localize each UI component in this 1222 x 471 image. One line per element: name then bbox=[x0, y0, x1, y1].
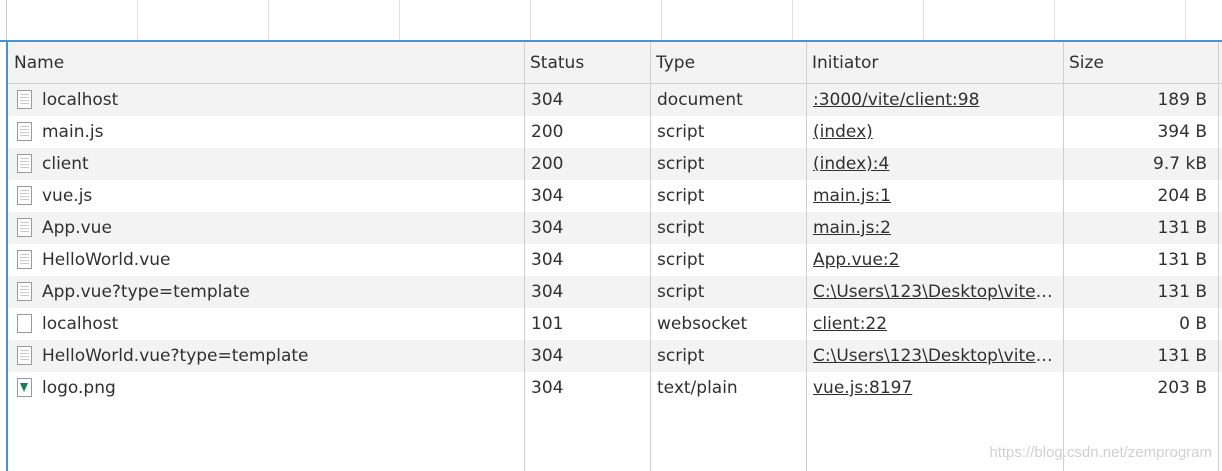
request-name: App.vue bbox=[42, 218, 112, 238]
initiator-link[interactable]: (index):4 bbox=[813, 148, 1058, 180]
request-type: script bbox=[657, 346, 705, 366]
column-header-type[interactable]: Type bbox=[650, 42, 806, 83]
column-header-size[interactable]: Size bbox=[1063, 42, 1222, 83]
request-name: localhost bbox=[42, 90, 119, 110]
overview-lane bbox=[923, 0, 1055, 40]
request-status: 304 bbox=[531, 346, 564, 366]
column-divider[interactable] bbox=[650, 42, 651, 471]
initiator-link[interactable]: client:22 bbox=[813, 308, 1058, 340]
request-size: 9.7 kB bbox=[1153, 154, 1207, 174]
document-icon bbox=[17, 154, 32, 173]
document-icon bbox=[17, 90, 32, 109]
request-name: HelloWorld.vue bbox=[42, 250, 171, 270]
column-header-name[interactable]: Name bbox=[8, 42, 524, 83]
request-type: script bbox=[657, 218, 705, 238]
document-icon bbox=[17, 346, 32, 365]
request-size: 204 B bbox=[1157, 186, 1207, 206]
column-divider[interactable] bbox=[524, 42, 525, 471]
table-row[interactable]: main.js 200 script (index) 394 B bbox=[8, 116, 1222, 148]
request-status: 304 bbox=[531, 378, 564, 398]
request-size: 394 B bbox=[1157, 122, 1207, 142]
request-name: localhost bbox=[42, 314, 119, 334]
table-row[interactable]: HelloWorld.vue 304 script App.vue:2 131 B bbox=[8, 244, 1222, 276]
overview-lane bbox=[1054, 0, 1186, 40]
request-type: document bbox=[657, 90, 743, 110]
overview-lane bbox=[137, 0, 269, 40]
table-row[interactable]: logo.png 304 text/plain vue.js:8197 203 B bbox=[8, 372, 1222, 404]
request-name: logo.png bbox=[42, 378, 116, 398]
timeline-overview[interactable] bbox=[0, 0, 1222, 42]
overview-lane bbox=[6, 0, 138, 40]
overview-lane bbox=[792, 0, 924, 40]
table-row[interactable]: localhost 304 document :3000/vite/client:98… bbox=[8, 84, 1222, 116]
document-icon bbox=[17, 282, 32, 301]
document-icon bbox=[17, 122, 32, 141]
document-icon bbox=[17, 186, 32, 205]
initiator-link[interactable]: (index) bbox=[813, 116, 1058, 148]
table-row[interactable]: App.vue?type=template 304 script C:\Users\1… bbox=[8, 276, 1222, 308]
initiator-link[interactable]: main.js:2 bbox=[813, 212, 1058, 244]
request-status: 200 bbox=[531, 154, 564, 174]
column-divider[interactable] bbox=[1063, 42, 1064, 471]
request-type: script bbox=[657, 122, 705, 142]
request-status: 304 bbox=[531, 90, 564, 110]
request-status: 304 bbox=[531, 282, 564, 302]
initiator-link[interactable]: vue.js:8197 bbox=[813, 372, 1058, 404]
initiator-link[interactable]: main.js:1 bbox=[813, 180, 1058, 212]
table-row[interactable]: vue.js 304 script main.js:1 204 B bbox=[8, 180, 1222, 212]
request-name: App.vue?type=template bbox=[42, 282, 250, 302]
table-row[interactable]: HelloWorld.vue?type=template 304 script C:\… bbox=[8, 340, 1222, 372]
request-type: script bbox=[657, 154, 705, 174]
request-size: 131 B bbox=[1157, 346, 1207, 366]
request-size: 131 B bbox=[1157, 218, 1207, 238]
blank-file-icon bbox=[17, 314, 32, 333]
table-header: Name Status Type Initiator Size bbox=[8, 42, 1222, 84]
request-name: main.js bbox=[42, 122, 104, 142]
column-divider bbox=[1218, 42, 1219, 471]
image-icon bbox=[17, 378, 32, 397]
request-type: text/plain bbox=[657, 378, 738, 398]
table-row[interactable]: client 200 script (index):4 9.7 kB bbox=[8, 148, 1222, 180]
request-status: 200 bbox=[531, 122, 564, 142]
request-size: 0 B bbox=[1179, 314, 1207, 334]
table-row[interactable]: localhost 101 websocket client:22 0 B bbox=[8, 308, 1222, 340]
request-name: HelloWorld.vue?type=template bbox=[42, 346, 309, 366]
initiator-link[interactable]: C:\Users\123\Desktop\vite-t... bbox=[813, 340, 1058, 372]
initiator-link[interactable]: App.vue:2 bbox=[813, 244, 1058, 276]
table-row[interactable]: App.vue 304 script main.js:2 131 B bbox=[8, 212, 1222, 244]
initiator-link[interactable]: C:\Users\123\Desktop\vite-t... bbox=[813, 276, 1058, 308]
request-type: script bbox=[657, 250, 705, 270]
request-size: 131 B bbox=[1157, 282, 1207, 302]
overview-lane bbox=[268, 0, 400, 40]
request-type: script bbox=[657, 282, 705, 302]
column-header-initiator[interactable]: Initiator bbox=[806, 42, 1063, 83]
request-status: 101 bbox=[531, 314, 564, 334]
network-requests-table: Name Status Type Initiator Size localhos… bbox=[6, 42, 1222, 471]
column-header-status[interactable]: Status bbox=[524, 42, 650, 83]
overview-lane bbox=[399, 0, 531, 40]
request-name: client bbox=[42, 154, 89, 174]
request-type: websocket bbox=[657, 314, 748, 334]
request-name: vue.js bbox=[42, 186, 93, 206]
document-icon bbox=[17, 218, 32, 237]
initiator-link[interactable]: :3000/vite/client:98 bbox=[813, 84, 1058, 116]
request-status: 304 bbox=[531, 186, 564, 206]
overview-lane bbox=[661, 0, 793, 40]
watermark: https://blog.csdn.net/zemprogram bbox=[989, 444, 1212, 461]
request-status: 304 bbox=[531, 250, 564, 270]
request-size: 203 B bbox=[1157, 378, 1207, 398]
document-icon bbox=[17, 250, 32, 269]
request-status: 304 bbox=[531, 218, 564, 238]
request-size: 189 B bbox=[1157, 90, 1207, 110]
request-type: script bbox=[657, 186, 705, 206]
request-size: 131 B bbox=[1157, 250, 1207, 270]
column-divider[interactable] bbox=[806, 42, 807, 471]
overview-lane bbox=[530, 0, 662, 40]
